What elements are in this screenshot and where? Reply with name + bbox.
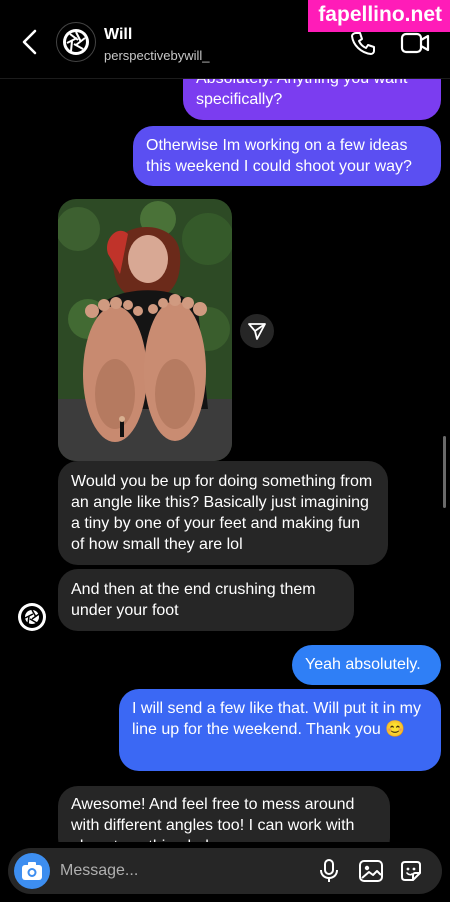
contact-avatar[interactable]: [56, 22, 96, 62]
contact-name[interactable]: Will: [104, 26, 132, 44]
sticker-icon[interactable]: [398, 858, 424, 884]
message-outgoing[interactable]: Otherwise Im working on a few ideas this…: [133, 126, 441, 186]
message-outgoing[interactable]: Yeah absolutely.: [292, 645, 441, 685]
send-arrow-icon: [248, 323, 266, 340]
microphone-icon[interactable]: [316, 858, 342, 884]
back-arrow-icon[interactable]: [18, 28, 42, 56]
camera-icon: [22, 862, 42, 880]
phone-call-icon[interactable]: [350, 30, 376, 56]
message-incoming[interactable]: Would you be up for doing something from…: [58, 461, 388, 565]
scrollbar-thumb[interactable]: [443, 436, 446, 508]
shared-photo[interactable]: [58, 199, 232, 461]
aperture-logo-icon: [63, 29, 89, 55]
share-photo-button[interactable]: [240, 314, 274, 348]
sender-avatar[interactable]: [18, 603, 46, 631]
bottom-edge: [0, 896, 450, 902]
message-composer[interactable]: Message...: [8, 848, 442, 894]
contact-username[interactable]: perspectivebywill_: [104, 48, 210, 63]
camera-button[interactable]: [14, 853, 50, 889]
message-input[interactable]: Message...: [60, 862, 138, 880]
photo-image: [58, 199, 232, 461]
gallery-icon[interactable]: [358, 858, 384, 884]
watermark: fapellino.net: [308, 0, 450, 32]
message-incoming[interactable]: And then at the end crushing them under …: [58, 569, 354, 631]
aperture-logo-icon: [21, 606, 43, 628]
message-outgoing[interactable]: I will send a few like that. Will put it…: [119, 689, 441, 771]
video-call-icon[interactable]: [400, 30, 430, 56]
